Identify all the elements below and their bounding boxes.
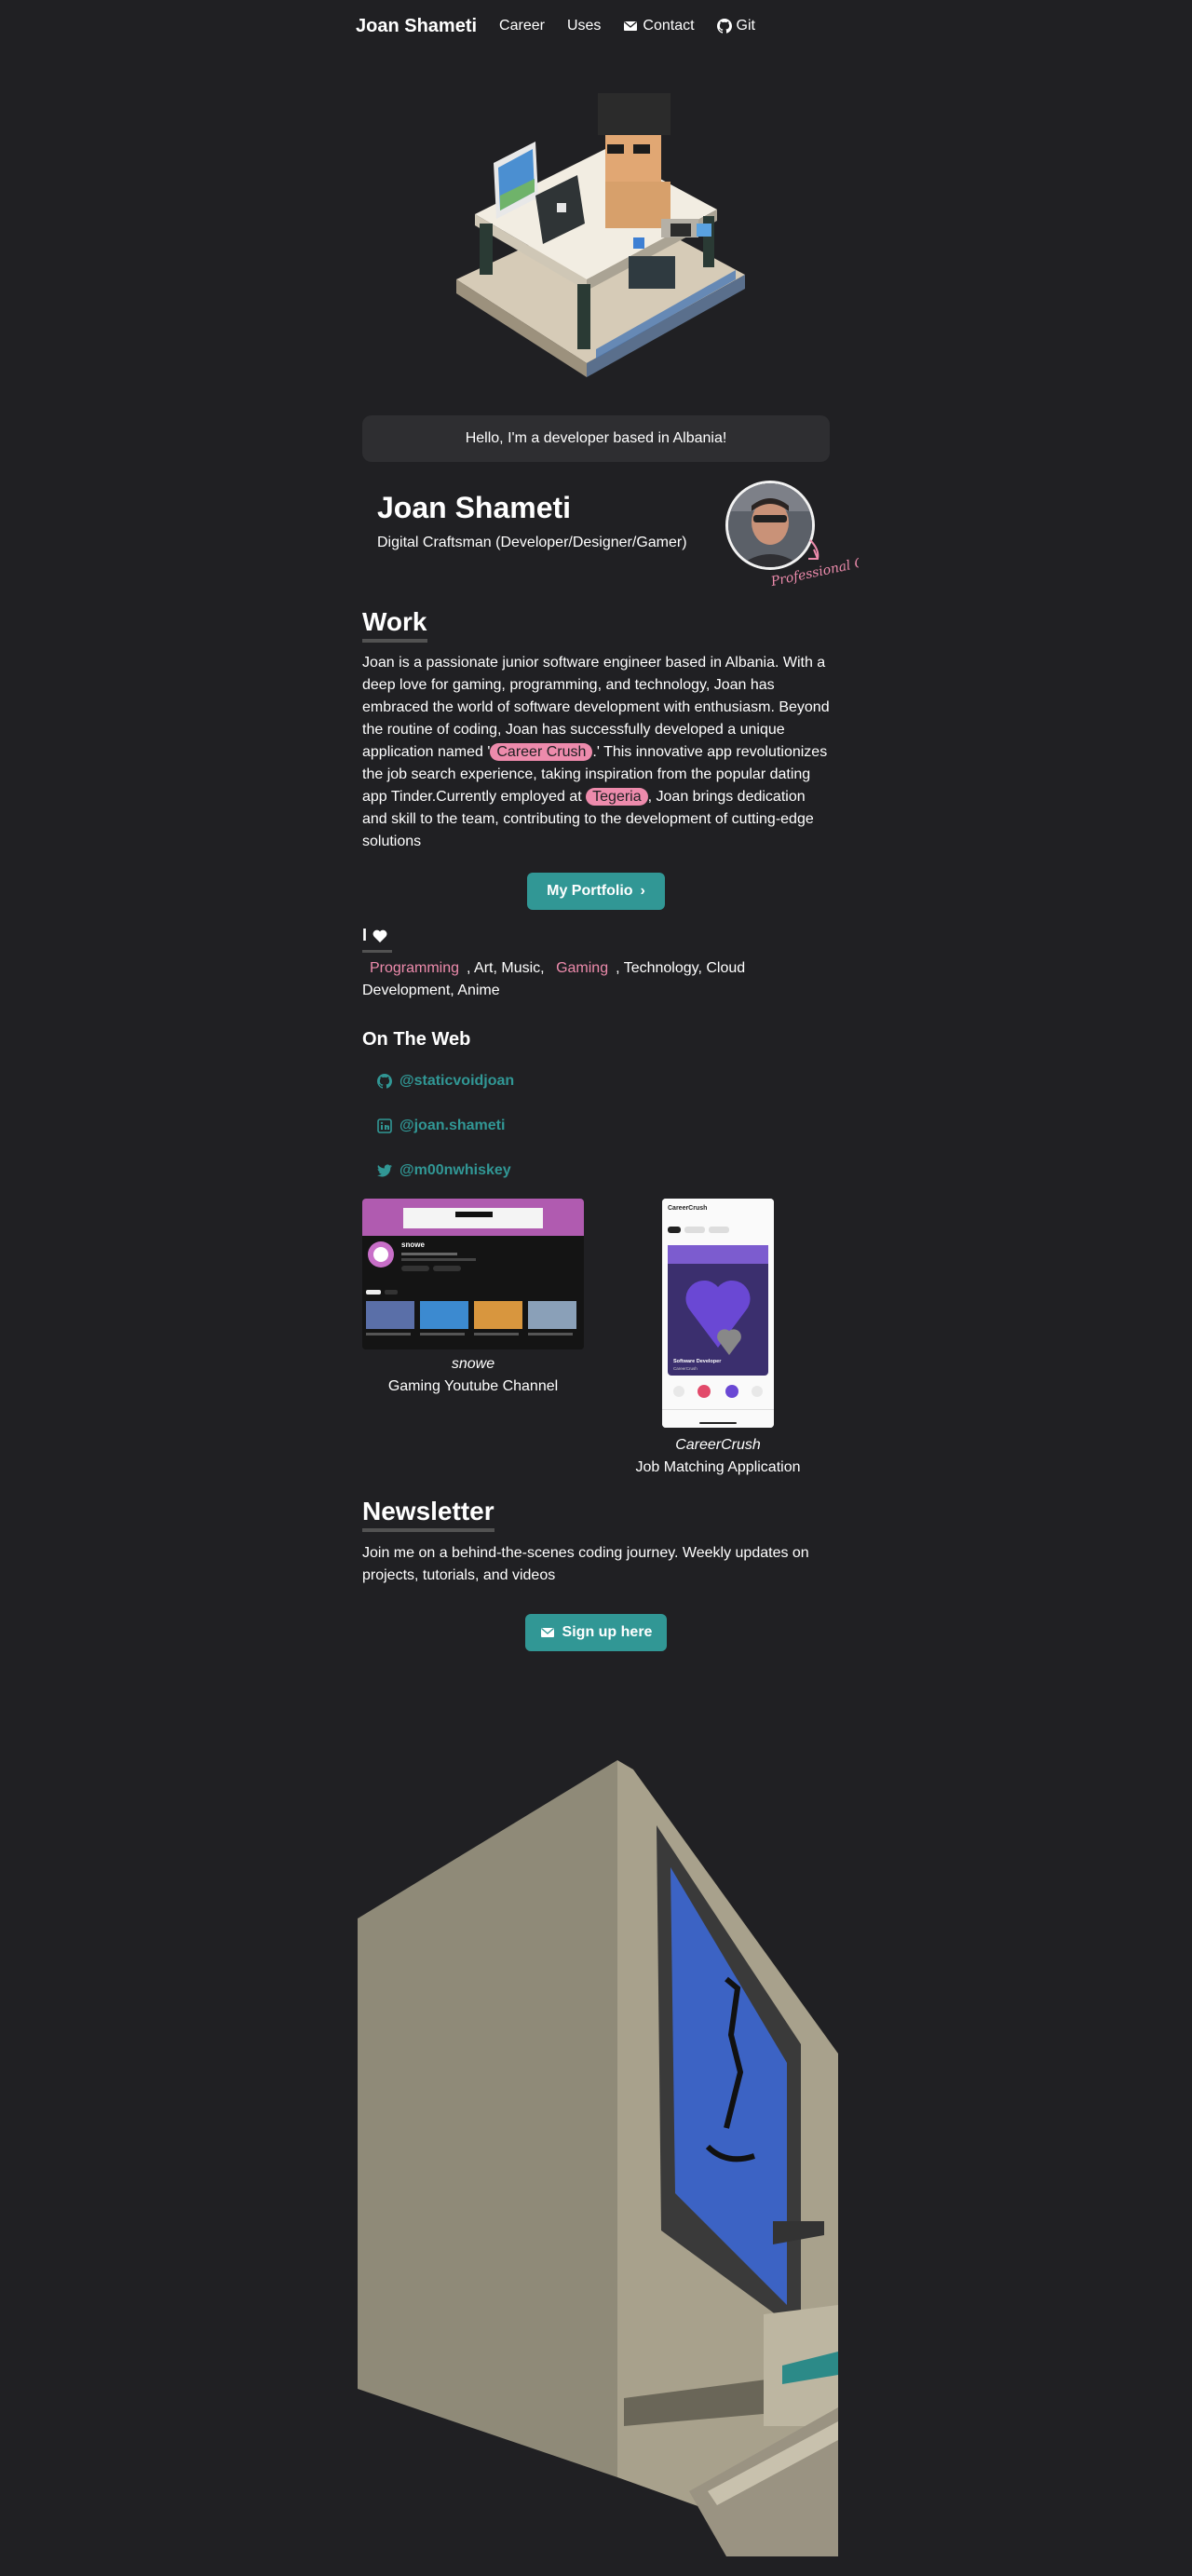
work-heading: Work xyxy=(362,607,427,643)
github-icon xyxy=(716,19,732,34)
chevron-right-icon: › xyxy=(640,883,645,899)
nav-contact[interactable]: Contact xyxy=(623,18,695,34)
yt-channel-name: snowe xyxy=(401,1241,425,1249)
my-portfolio-button[interactable]: My Portfolio › xyxy=(527,873,665,910)
cc-brand: CareerCrush xyxy=(668,1205,707,1212)
newsletter-heading-label: Newsletter xyxy=(362,1497,494,1525)
love-programming: Programming xyxy=(370,960,460,976)
nav-uses[interactable]: Uses xyxy=(567,18,601,34)
envelope-icon xyxy=(624,20,638,31)
work-paragraph: Joan is a passionate junior software eng… xyxy=(362,652,830,853)
work-heading-label: Work xyxy=(362,607,427,636)
voxel-desk-illustration[interactable] xyxy=(438,93,754,391)
annotation-text: Professional Cage fighter xyxy=(768,540,859,590)
project-subtitle-careercrush: Job Matching Application xyxy=(635,1459,801,1475)
snowe-thumbnail[interactable]: snowe xyxy=(362,1199,584,1349)
cc-company: CareerCrush xyxy=(673,1366,698,1371)
newsletter-heading-underline xyxy=(362,1528,494,1532)
signup-button[interactable]: Sign up here xyxy=(525,1614,667,1651)
love-gaming: Gaming xyxy=(556,960,609,976)
signup-label: Sign up here xyxy=(562,1624,653,1640)
nav-career[interactable]: Career xyxy=(499,18,545,34)
github-profile-label: @staticvoidjoan xyxy=(400,1073,515,1089)
career-crush-link[interactable]: Career Crush xyxy=(490,743,593,761)
cc-job-title: Software Developer xyxy=(673,1359,722,1364)
project-title-snowe[interactable]: snowe xyxy=(362,1356,584,1373)
envelope-icon xyxy=(540,1627,554,1637)
github-icon xyxy=(377,1074,392,1089)
my-portfolio-label: My Portfolio xyxy=(547,883,633,899)
careercrush-thumbnail[interactable]: CareerCrush Software Developer CareerCru… xyxy=(662,1199,774,1428)
loves-heading-underline xyxy=(362,950,392,953)
work-heading-underline xyxy=(362,639,427,643)
loves-list: Programming, Art, Music, Gaming, Technol… xyxy=(362,957,830,1002)
twitter-profile-link[interactable]: @m00nwhiskey xyxy=(377,1162,511,1179)
github-profile-link[interactable]: @staticvoidjoan xyxy=(377,1073,514,1090)
linkedin-profile-label: @joan.shameti xyxy=(400,1118,506,1133)
loves-heading-label: I xyxy=(362,926,368,944)
brand-link[interactable]: Joan Shameti xyxy=(356,16,477,37)
linkedin-profile-link[interactable]: @joan.shameti xyxy=(377,1118,505,1134)
twitter-profile-label: @m00nwhiskey xyxy=(400,1162,511,1178)
retro-mac-illustration xyxy=(358,1760,838,2556)
heart-icon xyxy=(372,929,387,942)
profile-role: Digital Craftsman (Developer/Designer/Ga… xyxy=(377,535,687,550)
nav-career-label: Career xyxy=(499,18,545,34)
project-title-careercrush[interactable]: CareerCrush xyxy=(606,1437,830,1454)
top-nav: Joan Shameti Career Uses Contact Git xyxy=(0,0,1192,52)
annotation-scribble: Professional Cage fighter xyxy=(768,539,859,590)
project-subtitle-snowe: Gaming Youtube Channel xyxy=(387,1378,559,1394)
nav-git[interactable]: Git xyxy=(716,18,755,34)
newsletter-heading: Newsletter xyxy=(362,1497,494,1532)
twitter-icon xyxy=(377,1164,392,1177)
loves-heading: I xyxy=(362,926,392,953)
on-the-web-heading: On The Web xyxy=(362,1029,471,1050)
nav-git-label: Git xyxy=(736,18,755,34)
greeting-banner: Hello, I'm a developer based in Albania! xyxy=(362,415,830,462)
tegeria-link[interactable]: Tegeria xyxy=(586,788,648,806)
loves-text-1: , Art, Music, xyxy=(467,960,545,976)
nav-uses-label: Uses xyxy=(566,18,602,34)
profile-name: Joan Shameti xyxy=(377,491,572,524)
nav-contact-label: Contact xyxy=(643,18,695,34)
linkedin-icon xyxy=(377,1119,392,1133)
newsletter-text: Join me on a behind-the-scenes coding jo… xyxy=(362,1545,809,1583)
